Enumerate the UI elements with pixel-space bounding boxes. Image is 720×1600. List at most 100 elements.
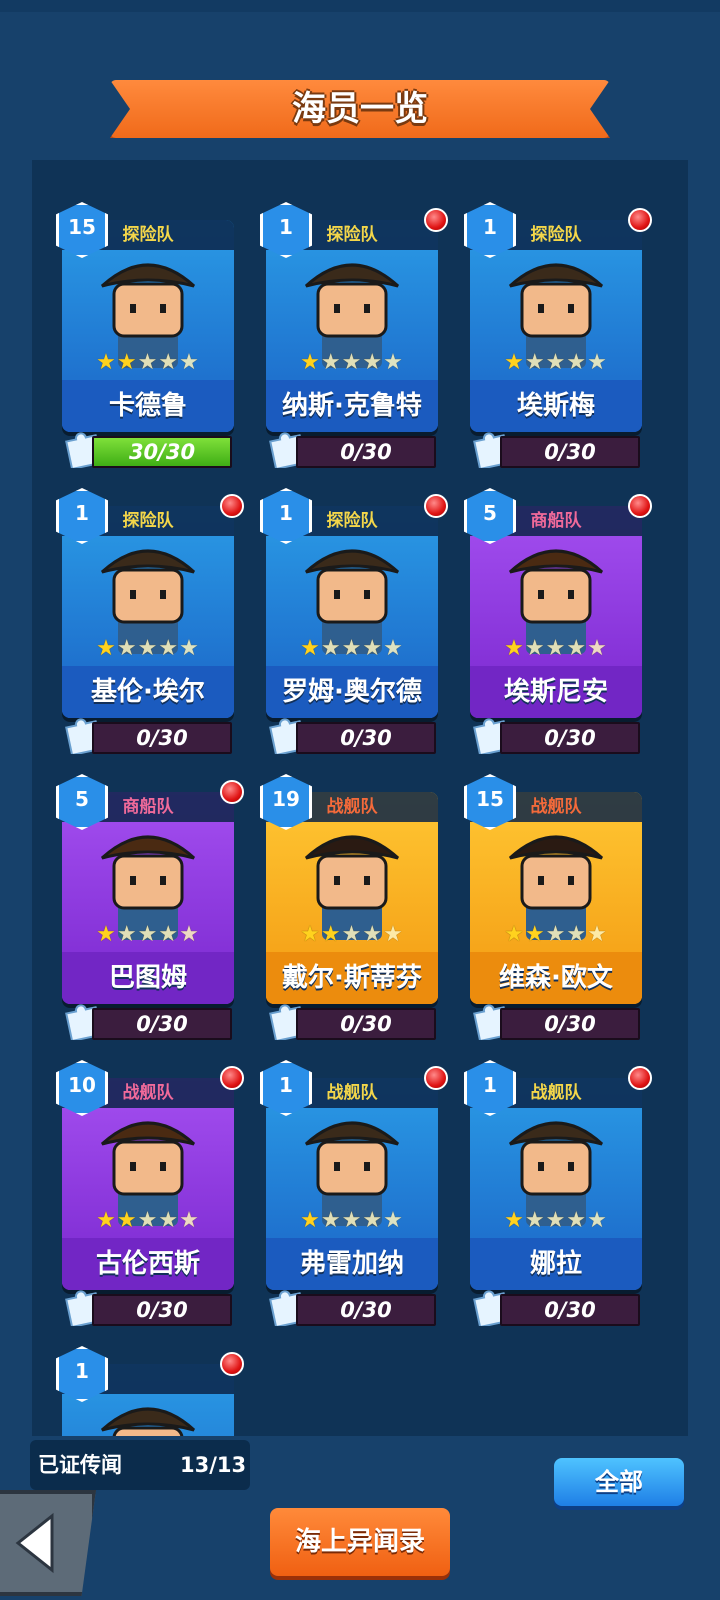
star-icon: ★ — [362, 636, 384, 661]
star-icon: ★ — [116, 922, 138, 947]
crew-card-slot[interactable]: 战舰队 ★★★★★ 戴尔·斯蒂芬 19 0/30 — [260, 752, 446, 1043]
fragment-progress-text: 0/30 — [544, 1298, 596, 1322]
crew-card-slot[interactable]: 探险队 ★★★★★ 基伦·埃尔 1 0/30 — [56, 466, 244, 757]
star-rating: ★★★★★ — [62, 1208, 234, 1236]
fragment-progress-text: 0/30 — [544, 1012, 596, 1036]
sea-rumors-book-button[interactable]: 海上异闻录 — [270, 1508, 450, 1576]
star-icon: ★ — [320, 1208, 342, 1233]
back-button[interactable] — [0, 1490, 96, 1596]
fragment-progress-bar: 0/30 — [500, 436, 640, 468]
crew-name: 埃斯梅 — [470, 380, 642, 432]
fragment-progress-text: 0/30 — [340, 1298, 392, 1322]
filter-all-button[interactable]: 全部 — [554, 1458, 684, 1506]
crew-card-slot[interactable]: 探险队 ★★★★★ 纳斯·克鲁特 1 0/30 — [260, 180, 448, 471]
star-icon: ★ — [137, 350, 159, 375]
fragment-progress-bar: 0/30 — [296, 1294, 436, 1326]
star-icon: ★ — [158, 636, 180, 661]
crew-card-slot[interactable]: 探险队 ★★★★★ 卡德鲁 15 30/30 — [56, 180, 242, 471]
red-notification-dot — [220, 1352, 244, 1376]
star-icon: ★ — [300, 922, 321, 947]
star-icon: ★ — [96, 922, 117, 947]
fragment-progress-text: 0/30 — [340, 1012, 392, 1036]
fragment-progress-bar: 0/30 — [296, 436, 436, 468]
crew-name: 弗雷加纳 — [266, 1238, 438, 1290]
star-rating: ★★★★★ — [62, 350, 234, 378]
crew-card-slot[interactable]: 战舰队 ★★★★★ 弗雷加纳 1 0/30 — [260, 1038, 448, 1329]
crew-card-slot[interactable]: 战舰队 ★★★★★ 古伦西斯 10 0/30 — [56, 1038, 244, 1329]
star-icon: ★ — [341, 350, 363, 375]
star-icon: ★ — [566, 1208, 588, 1233]
star-icon: ★ — [300, 350, 321, 375]
star-icon: ★ — [383, 636, 404, 661]
star-icon: ★ — [362, 1208, 384, 1233]
fragment-progress-bar: 0/30 — [500, 1294, 640, 1326]
star-icon: ★ — [96, 1208, 117, 1233]
crew-name: 卡德鲁 — [62, 380, 234, 432]
red-notification-dot — [220, 780, 244, 804]
star-icon: ★ — [504, 350, 525, 375]
fragment-progress-bar: 0/30 — [92, 1294, 232, 1326]
star-icon: ★ — [566, 350, 588, 375]
star-icon: ★ — [383, 922, 404, 947]
star-icon: ★ — [341, 922, 363, 947]
star-rating: ★★★★★ — [470, 1208, 642, 1236]
red-notification-dot — [628, 1066, 652, 1090]
star-rating: ★★★★★ — [62, 636, 234, 664]
star-icon: ★ — [158, 1208, 180, 1233]
crew-card-slot[interactable]: 战舰队 ★★★★★ 娜拉 1 0/30 — [464, 1038, 652, 1329]
star-icon: ★ — [137, 636, 159, 661]
crew-portrait — [62, 1394, 234, 1436]
red-notification-dot — [220, 1066, 244, 1090]
star-icon: ★ — [137, 1208, 159, 1233]
red-notification-dot — [628, 494, 652, 518]
star-icon: ★ — [587, 636, 608, 661]
star-icon: ★ — [587, 1208, 608, 1233]
star-icon: ★ — [341, 636, 363, 661]
star-icon: ★ — [545, 636, 567, 661]
fragment-progress-text: 0/30 — [544, 440, 596, 464]
star-icon: ★ — [320, 350, 342, 375]
star-icon: ★ — [504, 922, 525, 947]
star-icon: ★ — [383, 1208, 404, 1233]
fragment-progress-bar: 30/30 — [92, 436, 232, 468]
star-icon: ★ — [158, 922, 180, 947]
star-icon: ★ — [320, 636, 342, 661]
star-icon: ★ — [362, 922, 384, 947]
star-rating: ★★★★★ — [266, 922, 438, 950]
back-arrow-icon — [15, 1512, 54, 1574]
star-icon: ★ — [524, 1208, 546, 1233]
star-rating: ★★★★★ — [266, 636, 438, 664]
crew-name: 埃斯尼安 — [470, 666, 642, 718]
star-icon: ★ — [96, 350, 117, 375]
star-icon: ★ — [300, 1208, 321, 1233]
crew-card-slot[interactable]: 1 — [56, 1324, 244, 1436]
star-icon: ★ — [179, 1208, 200, 1233]
star-icon: ★ — [524, 636, 546, 661]
verified-rumors-label: 已证传闻 — [38, 1453, 122, 1477]
fragment-progress-bar: 0/30 — [500, 722, 640, 754]
fragment-progress-bar: 0/30 — [296, 1008, 436, 1040]
star-rating: ★★★★★ — [62, 922, 234, 950]
fragment-progress-bar: 0/30 — [296, 722, 436, 754]
crew-panel[interactable]: 探险队 ★★★★★ 卡德鲁 15 30/30 探险队 ★★★★★ 纳斯·克鲁特 1 0/30 探… — [32, 160, 688, 1436]
crew-card-slot[interactable]: 商船队 ★★★★★ 巴图姆 5 0/30 — [56, 752, 244, 1043]
fragment-progress-text: 0/30 — [340, 726, 392, 750]
crew-card-slot[interactable]: 探险队 ★★★★★ 罗姆·奥尔德 1 0/30 — [260, 466, 448, 757]
crew-card-slot[interactable]: 战舰队 ★★★★★ 维森·欧文 15 0/30 — [464, 752, 650, 1043]
crew-card-slot[interactable]: 探险队 ★★★★★ 埃斯梅 1 0/30 — [464, 180, 652, 471]
star-icon: ★ — [179, 636, 200, 661]
star-icon: ★ — [341, 1208, 363, 1233]
star-icon: ★ — [504, 1208, 525, 1233]
star-icon: ★ — [116, 636, 138, 661]
star-icon: ★ — [362, 350, 384, 375]
star-icon: ★ — [566, 636, 588, 661]
fragment-progress-bar: 0/30 — [92, 722, 232, 754]
crew-name: 罗姆·奥尔德 — [266, 666, 438, 718]
fragment-progress-text: 0/30 — [136, 726, 188, 750]
status-bar-strip — [0, 0, 720, 12]
crew-card-slot[interactable]: 商船队 ★★★★★ 埃斯尼安 5 0/30 — [464, 466, 652, 757]
star-icon: ★ — [545, 1208, 567, 1233]
fragment-progress-text: 0/30 — [136, 1012, 188, 1036]
star-icon: ★ — [158, 350, 180, 375]
page-title: 海员一览 — [292, 89, 428, 129]
